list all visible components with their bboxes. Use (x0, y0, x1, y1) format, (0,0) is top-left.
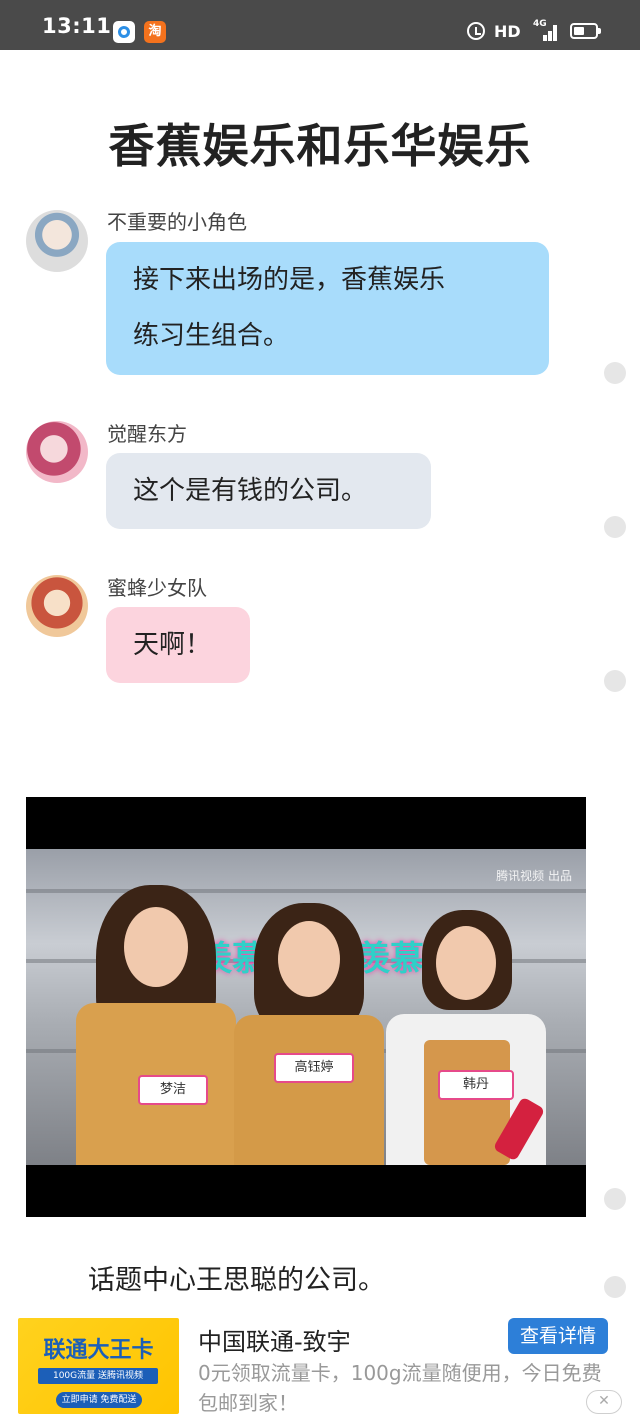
notification-app-icon (113, 21, 135, 43)
bubble-line: 接下来出场的是，香蕉娱乐 (133, 265, 446, 295)
battery-icon (570, 23, 601, 39)
side-dot[interactable] (604, 670, 626, 692)
person-body (234, 1015, 384, 1165)
status-time: 13:11 (42, 14, 112, 38)
person-figure: 梦洁 (76, 885, 236, 1165)
signal-bar (543, 35, 547, 41)
ad-image-brand: 联通大王卡 (43, 1338, 154, 1363)
chat-bubble: 天啊！ (106, 607, 250, 683)
close-icon[interactable]: ✕ (586, 1390, 622, 1414)
status-bar: 13:11 淘 HD 4G (0, 0, 640, 50)
person-face (278, 921, 340, 997)
view-details-button[interactable]: 查看详情 (508, 1318, 608, 1354)
chat-bubble: 这个是有钱的公司。 (106, 453, 431, 529)
signal-bar (553, 25, 557, 41)
taobao-app-icon: 淘 (144, 21, 166, 43)
name-tag: 韩丹 (438, 1070, 514, 1100)
side-dot[interactable] (604, 516, 626, 538)
ad-image-apply: 立即申请 免费配送 (56, 1392, 142, 1408)
sender-name: 觉醒东方 (107, 422, 187, 446)
side-dot[interactable] (604, 1188, 626, 1210)
article-caption: 话题中心王思聪的公司。 (88, 1265, 385, 1296)
person-figure: 高钰婷 (234, 903, 384, 1165)
bubble-line: 这个是有钱的公司。 (133, 476, 368, 506)
ad-banner[interactable]: 联通大王卡 100G流量 送腾讯视频 立即申请 免费配送 中国联通-致宇 0元领… (0, 1312, 640, 1422)
alarm-icon (467, 22, 485, 40)
bubble-line: 天啊！ (133, 630, 212, 660)
video-player[interactable]: 羡慕 羡慕 腾讯视频 出品 梦洁 高钰婷 韩丹 (26, 797, 586, 1217)
side-dot[interactable] (604, 1276, 626, 1298)
page-title: 香蕉娱乐和乐华娱乐 (108, 119, 532, 173)
hd-indicator: HD (494, 22, 521, 41)
name-tag: 高钰婷 (274, 1053, 354, 1083)
sender-name: 不重要的小角色 (107, 210, 247, 234)
avatar[interactable] (26, 210, 88, 272)
signal-icon: 4G (533, 19, 559, 41)
ad-title[interactable]: 中国联通-致宇 (198, 1322, 351, 1357)
signal-bar (548, 31, 552, 41)
video-watermark: 腾讯视频 出品 (496, 869, 572, 883)
ad-image[interactable]: 联通大王卡 100G流量 送腾讯视频 立即申请 免费配送 (18, 1318, 179, 1414)
avatar[interactable] (26, 421, 88, 483)
signal-label: 4G (533, 19, 547, 29)
ad-description: 0元领取流量卡，100g流量随便用，今日免费包邮到家！ (198, 1361, 602, 1415)
avatar[interactable] (26, 575, 88, 637)
person-face (124, 907, 188, 987)
video-frame: 羡慕 羡慕 腾讯视频 出品 梦洁 高钰婷 韩丹 (26, 849, 586, 1165)
bubble-line: 练习生组合。 (133, 321, 290, 351)
ad-image-perk: 100G流量 送腾讯视频 (38, 1368, 158, 1384)
sender-name: 蜜蜂少女队 (107, 576, 207, 600)
person-face (436, 926, 496, 1000)
side-dot[interactable] (604, 362, 626, 384)
chat-bubble: 接下来出场的是，香蕉娱乐 练习生组合。 (106, 242, 549, 375)
name-tag: 梦洁 (138, 1075, 208, 1105)
